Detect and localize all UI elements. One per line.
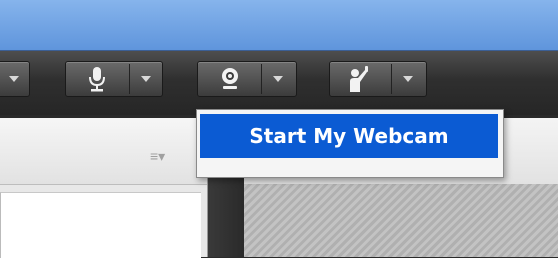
toolbar <box>0 51 558 115</box>
prev-button[interactable] <box>0 61 30 97</box>
left-panel-body <box>0 192 201 258</box>
webcam-dropdown-arrow-icon[interactable] <box>273 76 283 82</box>
video-stage <box>244 184 558 257</box>
raise-hand-dropdown-arrow-icon[interactable] <box>403 76 413 82</box>
webcam-button[interactable] <box>197 61 297 97</box>
raise-hand-button[interactable] <box>329 61 427 97</box>
microphone-button[interactable] <box>65 61 163 97</box>
microphone-dropdown-arrow-icon[interactable] <box>141 76 151 82</box>
panel-options-icon[interactable]: ≡▾ <box>150 148 165 165</box>
left-panel-header: ≡▾ <box>0 118 207 185</box>
webcam-dropdown-menu: Start My Webcam <box>196 109 504 178</box>
dropdown-arrow-icon <box>9 76 19 82</box>
microphone-icon <box>82 64 112 94</box>
title-bar <box>0 0 558 51</box>
left-panel: ≡▾ <box>0 118 208 258</box>
webcam-icon <box>215 64 245 94</box>
start-my-webcam-menu-item[interactable]: Start My Webcam <box>200 114 498 158</box>
raise-hand-icon <box>344 64 374 94</box>
